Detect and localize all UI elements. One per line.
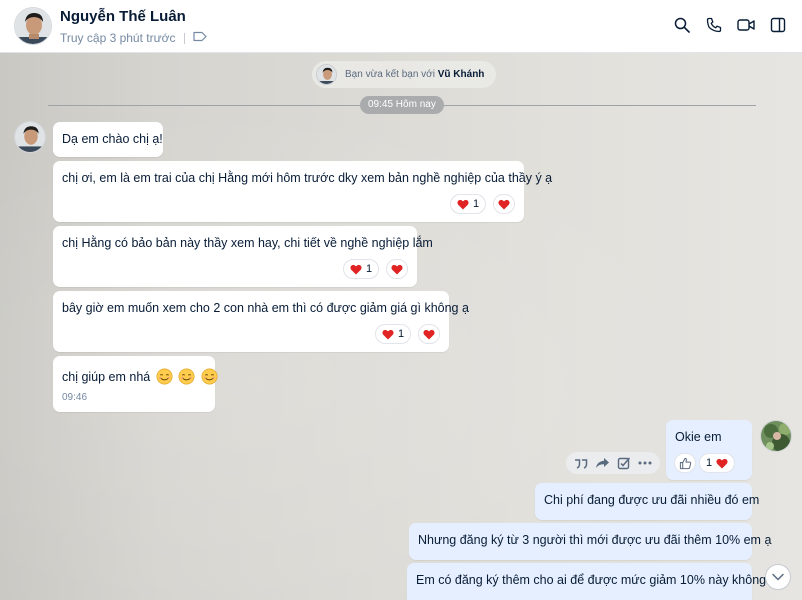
task-icon[interactable] bbox=[616, 455, 632, 471]
heart-icon bbox=[457, 199, 469, 209]
message-text: Dạ em chào chị ạ! bbox=[62, 132, 163, 146]
heart-icon bbox=[382, 329, 394, 339]
sidebar-toggle-icon[interactable] bbox=[768, 15, 788, 35]
forward-icon[interactable] bbox=[594, 455, 610, 471]
heart-icon bbox=[350, 264, 362, 274]
react-heart-button[interactable] bbox=[493, 194, 515, 214]
last-seen-text: Truy cập 3 phút trước bbox=[60, 31, 176, 45]
my-message-bubble[interactable]: Okie em 1 bbox=[666, 420, 752, 480]
message-time: 09:46 bbox=[62, 392, 88, 403]
scroll-to-bottom-button[interactable] bbox=[765, 564, 791, 590]
message-bubble[interactable]: Dạ em chào chị ạ! bbox=[53, 122, 163, 157]
reaction-summary[interactable]: 1 bbox=[450, 194, 487, 214]
reaction-summary[interactable]: 1 bbox=[343, 259, 380, 279]
more-icon[interactable] bbox=[637, 455, 653, 471]
message-text: Okie em bbox=[675, 430, 722, 444]
message-bubble[interactable]: chị giúp em nhá 09:46 bbox=[53, 356, 218, 412]
reaction-count: 1 bbox=[398, 328, 405, 340]
message-text: chị Hằng có bảo bản này thầy xem hay, ch… bbox=[62, 236, 433, 250]
message-text: Nhưng đăng ký từ 3 người thì mới được ưu… bbox=[418, 533, 772, 547]
contact-avatar[interactable] bbox=[14, 7, 52, 45]
message-text: bây giờ em muốn xem cho 2 con nhà em thì… bbox=[62, 301, 469, 315]
like-button[interactable] bbox=[674, 453, 696, 473]
smiling-face-emoji bbox=[201, 368, 218, 385]
friend-notice-prefix: Bạn vừa kết bạn với bbox=[345, 69, 435, 80]
chevron-down-icon bbox=[772, 573, 784, 581]
quote-icon[interactable] bbox=[573, 455, 589, 471]
status-separator bbox=[183, 32, 185, 44]
contact-name[interactable]: Nguyễn Thế Luân bbox=[60, 8, 186, 25]
message-bubble[interactable]: chị ơi, em là em trai của chị Hằng mới h… bbox=[53, 161, 552, 222]
react-heart-button[interactable] bbox=[386, 259, 408, 279]
time-divider-label: 09:45 Hôm nay bbox=[360, 96, 444, 114]
tag-icon[interactable] bbox=[192, 31, 207, 45]
react-heart-button[interactable] bbox=[418, 324, 440, 344]
chat-header: Nguyễn Thế Luân Truy cập 3 phút trước bbox=[0, 0, 802, 53]
message-text: chị giúp em nhá bbox=[62, 370, 151, 384]
heart-icon bbox=[498, 199, 510, 209]
thumbs-up-icon bbox=[679, 457, 691, 469]
my-message-bubble[interactable]: Em có đăng ký thêm cho ai để được mức gi… bbox=[407, 563, 773, 600]
message-text: Chi phí đang được ưu đãi nhiều đó em bbox=[544, 493, 760, 507]
message-text: Em có đăng ký thêm cho ai để được mức gi… bbox=[416, 573, 774, 587]
reaction-count: 1 bbox=[473, 198, 480, 210]
reaction-summary[interactable]: 1 bbox=[375, 324, 412, 344]
time-divider: 09:45 Hôm nay bbox=[48, 96, 756, 114]
conversation-area[interactable]: Bạn vừa kết bạn với Vũ Khánh 09:45 Hôm n… bbox=[0, 53, 802, 600]
heart-icon bbox=[716, 458, 728, 468]
message-action-bar bbox=[566, 452, 660, 474]
sender-avatar[interactable] bbox=[14, 121, 46, 153]
message-bubble[interactable]: bây giờ em muốn xem cho 2 con nhà em thì… bbox=[53, 291, 469, 352]
reaction-summary[interactable]: 1 bbox=[699, 453, 736, 473]
heart-icon bbox=[423, 329, 435, 339]
friend-name[interactable]: Vũ Khánh bbox=[438, 69, 485, 80]
reaction-count: 1 bbox=[706, 457, 713, 469]
heart-icon bbox=[391, 264, 403, 274]
message-text: chị ơi, em là em trai của chị Hằng mới h… bbox=[62, 171, 553, 185]
header-toolbar bbox=[672, 15, 788, 35]
contact-status: Truy cập 3 phút trước bbox=[60, 31, 207, 45]
friend-avatar bbox=[316, 64, 337, 85]
smiling-face-emoji bbox=[156, 368, 173, 385]
friend-notice-text: Bạn vừa kết bạn với Vũ Khánh bbox=[345, 69, 484, 80]
message-text-row: chị giúp em nhá bbox=[62, 368, 218, 385]
video-call-icon[interactable] bbox=[736, 15, 756, 35]
message-bubble[interactable]: chị Hằng có bảo bản này thầy xem hay, ch… bbox=[53, 226, 433, 287]
search-icon[interactable] bbox=[672, 15, 692, 35]
phone-icon[interactable] bbox=[704, 15, 724, 35]
friend-added-notice: Bạn vừa kết bạn với Vũ Khánh bbox=[312, 61, 497, 88]
my-avatar[interactable] bbox=[760, 420, 792, 452]
reaction-count: 1 bbox=[366, 263, 373, 275]
smiling-face-emoji bbox=[178, 368, 195, 385]
my-message-bubble[interactable]: Nhưng đăng ký từ 3 người thì mới được ưu… bbox=[409, 523, 771, 560]
my-message-bubble[interactable]: Chi phí đang được ưu đãi nhiều đó em bbox=[535, 483, 759, 520]
